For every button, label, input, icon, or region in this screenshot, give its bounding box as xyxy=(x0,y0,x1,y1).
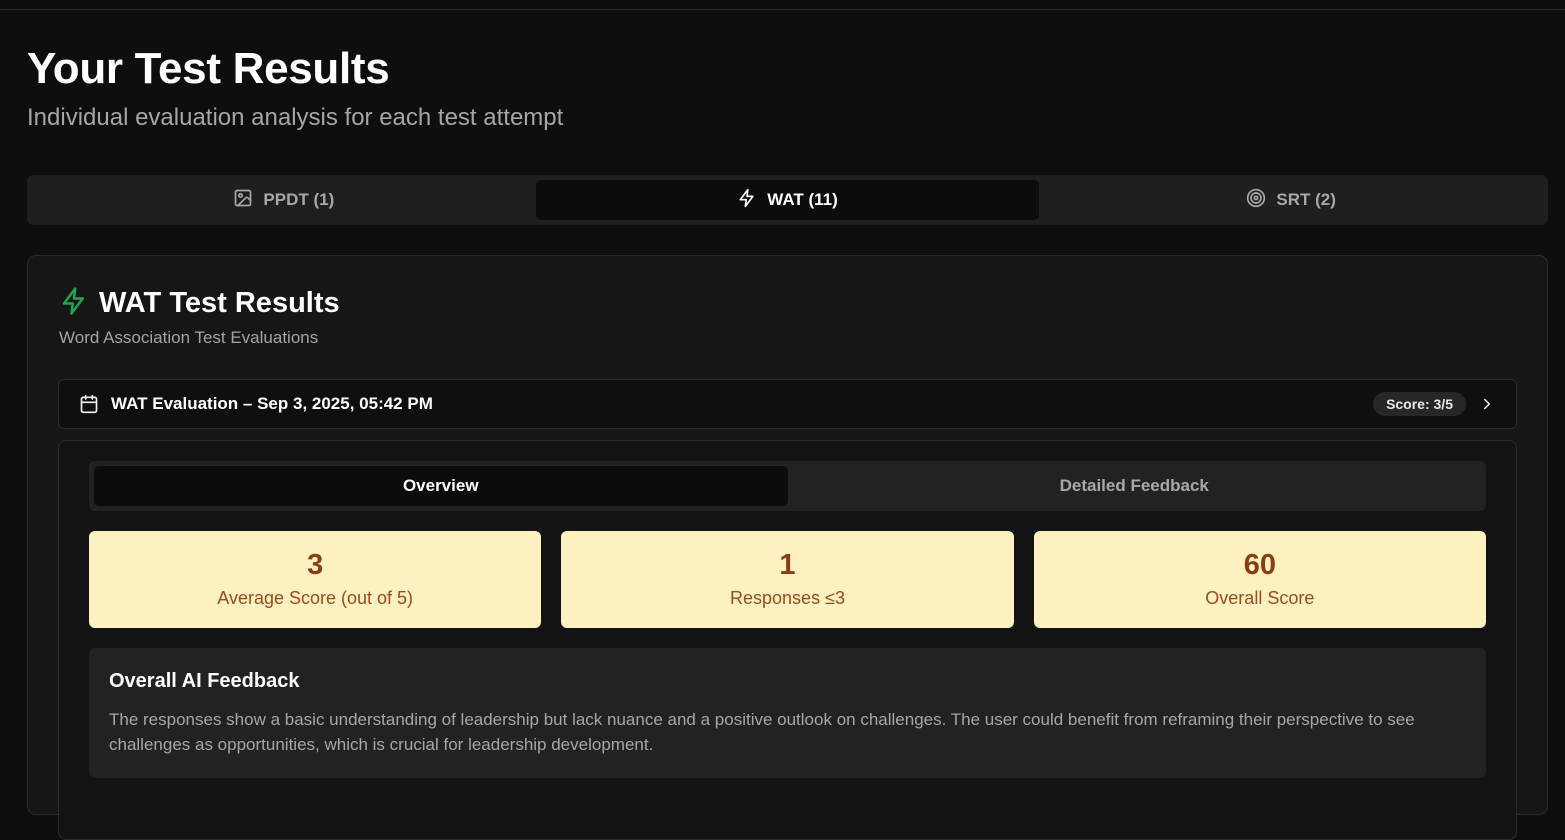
evaluation-subtabs: Overview Detailed Feedback xyxy=(89,461,1486,511)
evaluation-details: Overview Detailed Feedback 3 Average Sco… xyxy=(58,440,1517,840)
chevron-right-icon[interactable] xyxy=(1478,395,1496,413)
test-type-tabs: PPDT (1) WAT (11) SRT (2) xyxy=(27,175,1548,225)
calendar-icon xyxy=(79,394,99,414)
image-icon xyxy=(233,188,253,213)
feedback-title: Overall AI Feedback xyxy=(109,670,300,692)
stat-value: 60 xyxy=(1243,549,1276,582)
feedback-text: The responses show a basic understanding… xyxy=(109,710,1415,754)
tab-srt[interactable]: SRT (2) xyxy=(1039,180,1543,220)
tab-overview[interactable]: Overview xyxy=(94,466,788,506)
card-subtitle: Word Association Test Evaluations xyxy=(59,328,319,347)
stat-average-score: 3 Average Score (out of 5) xyxy=(89,531,542,628)
stat-low-responses: 1 Responses ≤3 xyxy=(561,531,1014,628)
stat-label: Responses ≤3 xyxy=(730,587,845,608)
tab-wat[interactable]: WAT (11) xyxy=(535,180,1040,220)
stat-overall-score: 60 Overall Score xyxy=(1033,531,1486,628)
tab-srt-label: SRT (2) xyxy=(1276,190,1336,209)
tab-wat-label: WAT (11) xyxy=(767,190,838,209)
target-icon xyxy=(1246,188,1266,213)
score-badge: Score: 3/5 xyxy=(1373,392,1466,416)
stats-row: 3 Average Score (out of 5) 1 Responses ≤… xyxy=(89,531,1486,628)
evaluation-row[interactable]: WAT Evaluation – Sep 3, 2025, 05:42 PM S… xyxy=(58,379,1517,429)
tab-ppdt-label: PPDT (1) xyxy=(263,190,335,209)
wat-results-card: WAT Test Results Word Association Test E… xyxy=(27,255,1548,840)
tab-ppdt[interactable]: PPDT (1) xyxy=(32,180,536,220)
card-title: WAT Test Results xyxy=(99,287,340,319)
stat-value: 3 xyxy=(307,549,324,582)
stat-value: 1 xyxy=(779,549,796,582)
lightning-icon xyxy=(737,188,757,213)
page-subtitle: Individual evaluation analysis for each … xyxy=(27,104,564,131)
lightning-icon xyxy=(59,286,89,321)
card-header: WAT Test Results xyxy=(59,286,340,321)
evaluation-title: WAT Evaluation – Sep 3, 2025, 05:42 PM xyxy=(111,394,433,413)
ai-feedback-panel: Overall AI Feedback The responses show a… xyxy=(89,648,1486,778)
top-divider xyxy=(0,0,1565,10)
tab-detailed-feedback[interactable]: Detailed Feedback xyxy=(788,466,1482,506)
stat-label: Overall Score xyxy=(1205,587,1315,608)
page-title: Your Test Results xyxy=(27,44,390,93)
stat-label: Average Score (out of 5) xyxy=(217,587,414,608)
